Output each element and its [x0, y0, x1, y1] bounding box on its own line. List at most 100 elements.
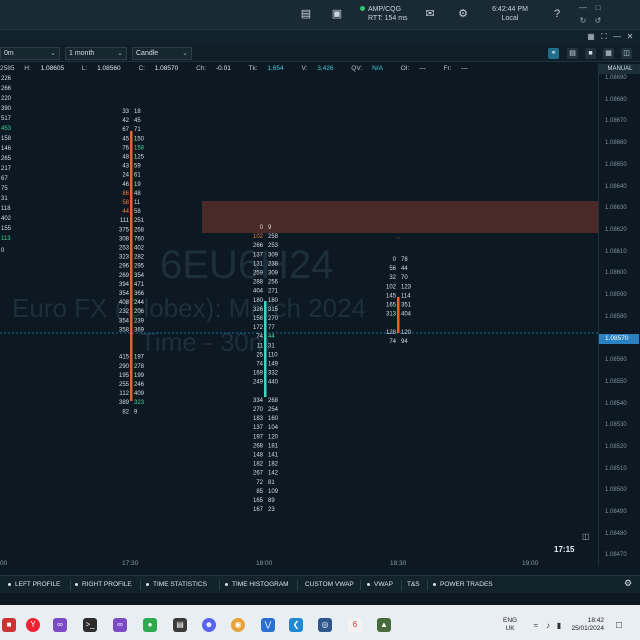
axis-mode-button[interactable]: MANUAL: [599, 64, 640, 74]
price-axis[interactable]: MANUAL 1.08690 1.08680 1.08670 1.08660 1.086…: [598, 63, 640, 565]
tab-left-profile[interactable]: LEFT PROFILE: [8, 580, 60, 590]
sourcetree-icon[interactable]: ⋁: [261, 618, 275, 632]
footprint-ask-cell: 181: [268, 443, 279, 449]
chart-type-select[interactable]: Candle ⌄: [132, 47, 192, 60]
tab-vwap[interactable]: VWAP: [367, 580, 393, 590]
app-green-icon[interactable]: ●: [143, 618, 157, 632]
footprint-bid-cell: 76: [122, 145, 129, 151]
price-tick: 1.08530: [605, 422, 627, 429]
battery-icon[interactable]: ▮: [554, 621, 564, 631]
footprint-bid-cell: 172: [253, 325, 264, 331]
help-icon[interactable]: ?: [551, 8, 563, 20]
info-low-value: 1.08560: [97, 65, 121, 72]
tab-label: RIGHT PROFILE: [82, 581, 132, 588]
visual-studio-2-icon[interactable]: ∞: [113, 618, 127, 632]
window-close-icon[interactable]: ✕: [625, 32, 635, 42]
app-blue-icon[interactable]: ◎: [318, 618, 332, 632]
settings-panel-icon[interactable]: ▤: [567, 48, 578, 59]
restore-icon[interactable]: □: [592, 3, 604, 13]
start-app-icon[interactable]: ■: [2, 618, 16, 632]
expand-icon[interactable]: ⛶: [599, 32, 609, 42]
info-change-label: Ch:: [196, 65, 207, 72]
footprint-ask-cell: 120: [401, 330, 412, 336]
footprint-ask-cell: 11: [134, 200, 141, 206]
cart-icon[interactable]: ↻: [577, 16, 589, 26]
lock-icon[interactable]: ▤: [300, 8, 312, 20]
discord-icon[interactable]: ☻: [202, 618, 216, 632]
footprint-cell: 226: [1, 76, 12, 82]
chart-area[interactable]: 6EU6H24 Euro FX (Globex): March 2024 Tim…: [0, 63, 598, 565]
visual-studio-icon[interactable]: ∞: [53, 618, 67, 632]
footprint-bid-cell: 358: [119, 327, 130, 333]
vscode-icon[interactable]: ❮: [289, 618, 303, 632]
yandex-icon[interactable]: Y: [26, 618, 40, 632]
footprint-bid-cell: 182: [253, 462, 264, 468]
layout-icon[interactable]: ▣: [331, 8, 343, 20]
price-tick: 1.08670: [605, 118, 627, 125]
footprint-bid-cell: 24: [122, 173, 129, 179]
tab-custom-vwap[interactable]: CUSTOM VWAP: [305, 580, 354, 590]
footprint-bid-cell: 266: [253, 243, 264, 249]
app-clock: 6:42:44 PM Local: [486, 5, 534, 23]
window-minimize-icon[interactable]: —: [612, 32, 622, 42]
footprint-bid-cell: 128: [386, 330, 397, 336]
chrome-icon[interactable]: ◉: [231, 618, 245, 632]
refresh-icon[interactable]: ↺: [592, 16, 604, 26]
info-fr-value: ---: [461, 65, 468, 72]
footprint-bid-cell: 33: [122, 109, 129, 115]
footprint-bid-cell: 112: [119, 391, 129, 397]
monitor-icon[interactable]: ▤: [173, 618, 187, 632]
footprint-chart[interactable]: ⌵226266220390517453158146265217677531118…: [0, 63, 598, 565]
footprint-ask-cell: 110: [268, 352, 278, 358]
footprint-bid-cell: 195: [119, 373, 130, 379]
tab-time-and-sales[interactable]: T&S: [407, 580, 420, 590]
grid-icon[interactable]: ▦: [586, 32, 596, 42]
tab-power-trades[interactable]: POWER TRADES: [433, 580, 493, 590]
notifications-icon[interactable]: ☐: [614, 621, 624, 631]
language-indicator[interactable]: ENG UK: [503, 617, 517, 633]
footprint-ask-cell: 149: [268, 362, 279, 368]
app-clock-zone: Local: [501, 15, 519, 22]
screenshot-icon[interactable]: ◫: [582, 532, 590, 541]
price-tick: 1.08550: [605, 378, 627, 385]
footprint-cell: 265: [1, 156, 12, 162]
terminal-icon[interactable]: >_: [83, 618, 97, 632]
footprint-bid-cell: 85: [256, 489, 263, 495]
tab-time-statistics[interactable]: TIME STATISTICS: [146, 580, 207, 590]
info-oi-value: ---: [419, 65, 426, 72]
info-close-value: 1.08570: [154, 65, 179, 72]
system-clock[interactable]: 18:42 25/01/2024: [566, 617, 604, 633]
tab-right-profile[interactable]: RIGHT PROFILE: [75, 580, 132, 590]
footprint-bid-cell: 25: [256, 352, 263, 358]
interval-value: 0m: [4, 50, 14, 57]
period-select[interactable]: 1 month ⌄: [65, 47, 127, 60]
tab-label: POWER TRADES: [440, 581, 493, 588]
price-tick: 1.08600: [605, 270, 627, 277]
footprint-ask-cell: 268: [268, 398, 279, 404]
price-tick: 1.08520: [605, 443, 627, 450]
footprint-cell: 67: [1, 176, 8, 182]
footprint-ask-cell: 197: [134, 355, 145, 361]
lock-chart-icon[interactable]: ■: [585, 48, 596, 59]
dom-icon[interactable]: ▦: [603, 48, 614, 59]
footprint-bid-cell: 167: [253, 507, 264, 513]
system-clock-time: 18:42: [587, 617, 604, 624]
wifi-icon[interactable]: ≈: [531, 621, 541, 631]
image-viewer-icon[interactable]: ▲: [377, 618, 391, 632]
volume-icon[interactable]: ♪: [543, 621, 553, 631]
tabs-settings-icon[interactable]: ⚙: [624, 578, 632, 588]
trading-app-icon[interactable]: 6: [348, 618, 362, 632]
tab-time-histogram[interactable]: TIME HISTOGRAM: [225, 580, 289, 590]
footprint-cell: 266: [1, 86, 12, 92]
interval-select[interactable]: 0m ⌄: [0, 47, 60, 60]
connection-status[interactable]: AMP/CQG RTT: 154 ms: [360, 5, 408, 23]
panel-icon[interactable]: ◫: [621, 48, 632, 59]
message-icon[interactable]: ✉: [424, 8, 436, 20]
gear-icon[interactable]: ⚙: [457, 8, 469, 20]
minimize-icon[interactable]: —: [577, 3, 589, 13]
time-axis[interactable]: 00 17:30 18:00 18:30 19:00: [0, 558, 598, 570]
footprint-ask-cell: 244: [134, 300, 145, 306]
footprint-ask-cell: 44: [268, 334, 275, 340]
footprint-bid-cell: 74: [389, 339, 396, 345]
link-icon[interactable]: ⚭: [548, 48, 559, 59]
